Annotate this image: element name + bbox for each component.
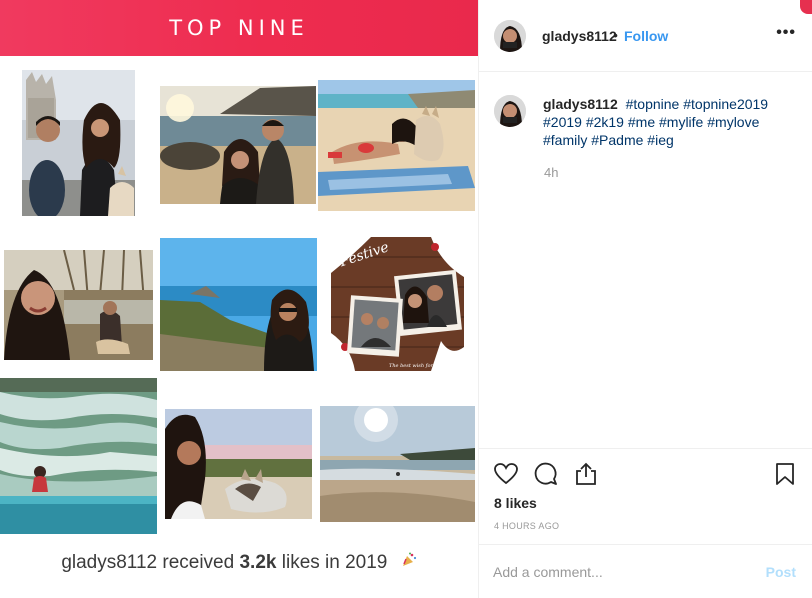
hashtag-link[interactable]: #2k19: [586, 114, 624, 130]
photo-tile-beach-couple: [160, 86, 316, 204]
photo-tile-waterfall: [0, 378, 157, 534]
comment-icon[interactable]: [533, 461, 559, 487]
more-icon[interactable]: •••: [776, 24, 796, 42]
top-nine-title: TOP NINE: [169, 16, 309, 40]
hashtag-link[interactable]: #me: [628, 114, 655, 130]
comment-bar: Post: [479, 544, 812, 598]
share-icon[interactable]: [573, 461, 599, 487]
likes-count[interactable]: 8 likes: [494, 495, 537, 511]
hashtag-link[interactable]: #ieg: [647, 132, 673, 148]
top-nine-summary: gladys8112 received 3.2k likes in 2019: [0, 552, 478, 574]
avatar[interactable]: [494, 95, 526, 127]
photo-tile-festive-card: Festive The best wish for you...: [331, 237, 464, 371]
post-comment-button[interactable]: Post: [766, 564, 796, 580]
post-timestamp[interactable]: 4 HOURS AGO: [494, 521, 559, 531]
bookmark-icon[interactable]: [772, 461, 798, 487]
photo-tile-sunset-beach: [320, 406, 475, 522]
caption-timestamp[interactable]: 4h: [544, 165, 558, 180]
caption-username[interactable]: gladys8112: [543, 96, 618, 112]
hashtag-link[interactable]: #mylife: [659, 114, 703, 130]
hashtag-link[interactable]: #topnine2019: [683, 96, 768, 112]
summary-likes: 3.2k: [239, 552, 277, 573]
post-actions: 8 likes 4 HOURS AGO: [479, 448, 812, 544]
summary-user: gladys8112: [61, 552, 158, 573]
header-separator: •: [613, 27, 618, 43]
festive-card-subtitle: The best wish for you...: [389, 363, 449, 369]
header-username[interactable]: gladys8112: [542, 28, 617, 44]
hashtag-link[interactable]: #family: [543, 132, 587, 148]
hashtag-link[interactable]: #mylove: [707, 114, 759, 130]
photo-tile-cathedral-selfie: [22, 70, 135, 216]
photo-tile-park-selfie: [4, 250, 153, 360]
post-header: gladys8112 • Follow •••: [479, 0, 812, 72]
hashtag-link[interactable]: #Padme: [591, 132, 643, 148]
photo-tile-beach-sunbathing: [318, 80, 475, 211]
heart-icon[interactable]: [493, 461, 519, 487]
post-image[interactable]: TOP NINE Festive The best wish for you..…: [0, 0, 478, 598]
summary-year: 2019: [345, 552, 388, 573]
follow-button[interactable]: Follow: [624, 28, 668, 44]
summary-likes-in: likes in: [281, 552, 340, 573]
scrollbar-corner: [800, 0, 812, 14]
hashtag-link[interactable]: #2019: [543, 114, 582, 130]
post-caption: gladys8112 #topnine #topnine2019 #2019 #…: [543, 95, 788, 149]
party-popper-icon: [401, 552, 417, 573]
hashtag-link[interactable]: #topnine: [626, 96, 680, 112]
avatar[interactable]: [494, 20, 526, 52]
photo-tile-husky-beach: [165, 409, 312, 519]
comment-input[interactable]: [493, 561, 753, 583]
top-nine-banner: TOP NINE: [0, 0, 478, 56]
post-sidebar: gladys8112 • Follow ••• gladys8112 #topn…: [479, 0, 812, 598]
photo-tile-coastal-lookout: [160, 238, 317, 371]
summary-received: received: [162, 552, 235, 573]
